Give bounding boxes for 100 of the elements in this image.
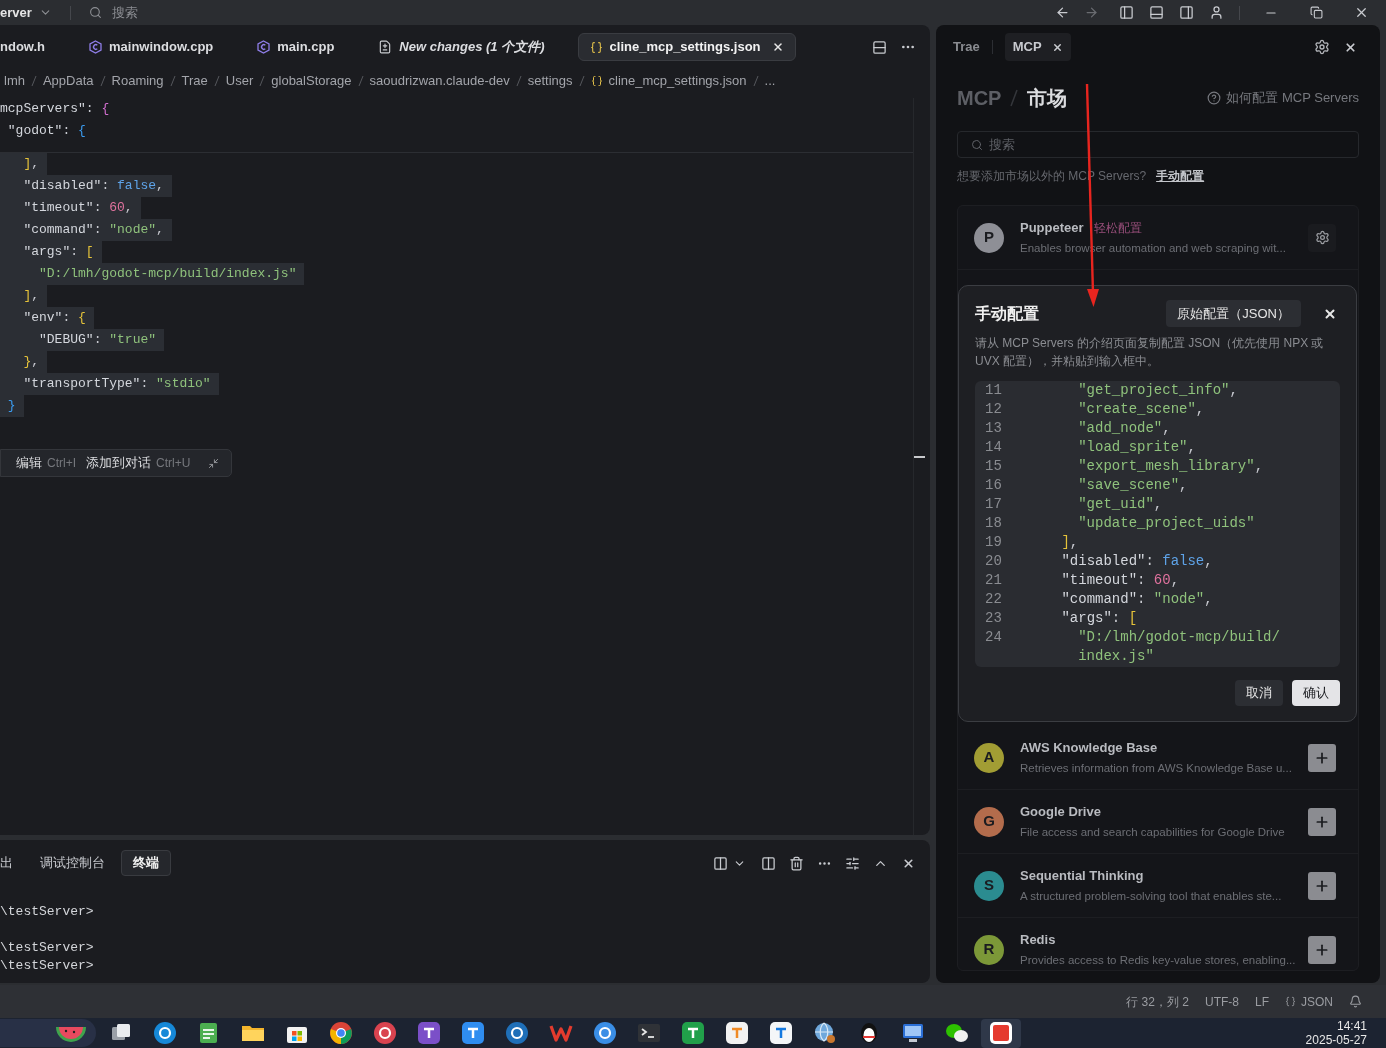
avatar: R [974, 934, 1004, 965]
collapse-icon[interactable] [208, 457, 220, 469]
avatar: A [974, 742, 1004, 773]
inline-action-button[interactable]: 编辑 Ctrl+I [16, 453, 76, 473]
status-item[interactable]: UTF-8 [1204, 992, 1239, 1011]
chat-bubbles-icon[interactable] [945, 1021, 969, 1045]
split-icon[interactable] [713, 855, 728, 871]
inline-action-button[interactable]: 添加到对话 Ctrl+U [86, 453, 191, 473]
dialog-button[interactable]: 确认 [1292, 680, 1340, 706]
app-tile-icon[interactable] [769, 1021, 793, 1045]
app-tile-icon[interactable] [417, 1021, 441, 1045]
raw-config-button[interactable]: 原始配置（JSON） [1166, 300, 1301, 327]
close-icon[interactable] [1051, 41, 1063, 53]
clock-time[interactable]: 14:41 [1336, 1019, 1367, 1033]
clock-date[interactable]: 2025-05-27 [1305, 1033, 1367, 1047]
server-tag: 轻松配置 [1093, 218, 1142, 237]
code-line: "command": "node", [1060, 590, 1214, 609]
code-line: mcpServers": { [0, 100, 110, 118]
account-icon[interactable] [1209, 5, 1224, 20]
server-name[interactable]: Sequential Thinking [1020, 866, 1144, 886]
round-app-icon[interactable] [373, 1021, 397, 1045]
status-item[interactable]: LF [1254, 992, 1269, 1011]
server-name[interactable]: Puppeteer [1020, 218, 1084, 238]
back-arrow-icon[interactable] [1055, 5, 1070, 20]
braces-icon [589, 40, 603, 54]
monitor-icon[interactable] [901, 1021, 925, 1045]
server-name[interactable]: Redis [1020, 930, 1056, 950]
search-field[interactable]: 搜索 [88, 2, 138, 23]
dialog-description: 请从 MCP Servers 的介绍页面复制配置 JSON（优先使用 NPX 或 UVX 配置），并粘贴到输入框中。 [975, 335, 1325, 370]
code-line: "save_scene", [1077, 476, 1189, 495]
server-name[interactable]: Google Drive [1020, 802, 1101, 822]
forward-arrow-icon[interactable] [1084, 5, 1099, 20]
close-icon[interactable] [1344, 40, 1357, 54]
close-icon[interactable] [1323, 306, 1337, 321]
panel-right-icon[interactable] [1179, 5, 1194, 20]
trash-icon[interactable] [789, 855, 804, 871]
editor-tab[interactable]: New changes (1 个文件) [367, 33, 556, 61]
server-name[interactable]: AWS Knowledge Base [1020, 738, 1158, 758]
widgets-button[interactable] [0, 1019, 96, 1047]
breadcrumb-item[interactable]: User [225, 71, 254, 91]
breadcrumb-item[interactable]: Roaming [111, 71, 164, 91]
editor-tab[interactable]: main.cpp [246, 33, 346, 61]
slash-separator-icon [99, 75, 106, 87]
dialog-button[interactable]: 取消 [1235, 680, 1283, 706]
app-tile-icon[interactable] [725, 1021, 749, 1045]
terminal-icon[interactable] [637, 1021, 661, 1045]
project-name[interactable]: erver [0, 2, 32, 23]
round-app-icon[interactable] [153, 1021, 177, 1045]
split-editor-icon[interactable] [872, 39, 887, 55]
panel-tab[interactable]: 终端 [121, 850, 171, 876]
round-app-icon[interactable] [505, 1021, 529, 1045]
split-icon[interactable] [761, 855, 776, 871]
panel-tab[interactable]: 调试控制台 [29, 850, 116, 876]
editor-tab[interactable]: cline_mcp_settings.json [577, 33, 796, 61]
sliders-icon[interactable] [845, 855, 860, 871]
add-button[interactable] [1308, 807, 1336, 836]
globe-icon[interactable] [813, 1021, 837, 1045]
breadcrumb-item[interactable]: settings [527, 71, 573, 91]
code-line: "get_project_info", [1077, 381, 1239, 400]
app-tile-icon[interactable] [681, 1021, 705, 1045]
add-button[interactable] [1308, 871, 1336, 900]
panel-left-icon[interactable] [1119, 5, 1134, 20]
app-tile-icon[interactable] [981, 1018, 1021, 1048]
panel-bottom-icon[interactable] [1149, 5, 1164, 20]
close-icon[interactable] [1354, 5, 1369, 20]
help-link[interactable]: 如何配置 MCP Servers [1207, 88, 1359, 108]
breadcrumb-item[interactable]: lmh [4, 71, 25, 91]
round-app-icon[interactable] [593, 1021, 617, 1045]
bell-icon[interactable] [1349, 995, 1362, 1008]
editor-tab[interactable]: mainwindow.cpp [78, 33, 225, 61]
panel-tab[interactable]: 出 [0, 850, 24, 876]
breadcrumb-item[interactable]: ... [764, 71, 776, 91]
status-item[interactable]: 行 32，列 2 [1126, 992, 1189, 1011]
panel-tab[interactable]: MCP [1004, 33, 1071, 61]
breadcrumb-item[interactable]: saoudrizwan.claude-dev [369, 71, 510, 91]
settings-icon[interactable] [1314, 39, 1330, 55]
settings-button[interactable] [1308, 223, 1336, 252]
close-icon[interactable] [771, 41, 784, 53]
file-type-icon [257, 40, 271, 54]
breadcrumb-item[interactable]: cline_mcp_settings.json [590, 71, 747, 91]
restore-icon[interactable] [1310, 6, 1323, 19]
editor-tab[interactable]: ndow.h [0, 33, 56, 61]
code-line: "create_scene", [1077, 400, 1206, 419]
manual-config-link[interactable]: 手动配置 [1156, 167, 1205, 185]
breadcrumb-item[interactable]: Trae [181, 71, 208, 91]
terminal-line: \testServer> [0, 957, 94, 975]
breadcrumb-item[interactable]: AppData [42, 71, 94, 91]
panel-tab[interactable]: Trae [953, 33, 980, 61]
add-button[interactable] [1308, 935, 1336, 964]
slash-separator-icon [515, 75, 522, 87]
terminal-line: \testServer> [0, 903, 94, 921]
line-number: 22 [985, 590, 1003, 609]
app-tile-icon[interactable] [461, 1021, 485, 1045]
round-app-icon[interactable] [329, 1021, 353, 1045]
code-line: "export_mesh_library", [1077, 457, 1265, 476]
code-line: "get_uid", [1077, 495, 1164, 514]
add-button[interactable] [1308, 743, 1336, 772]
close-icon[interactable] [902, 856, 915, 870]
status-item[interactable]: JSON [1285, 992, 1333, 1011]
breadcrumb-item[interactable]: globalStorage [271, 71, 352, 91]
